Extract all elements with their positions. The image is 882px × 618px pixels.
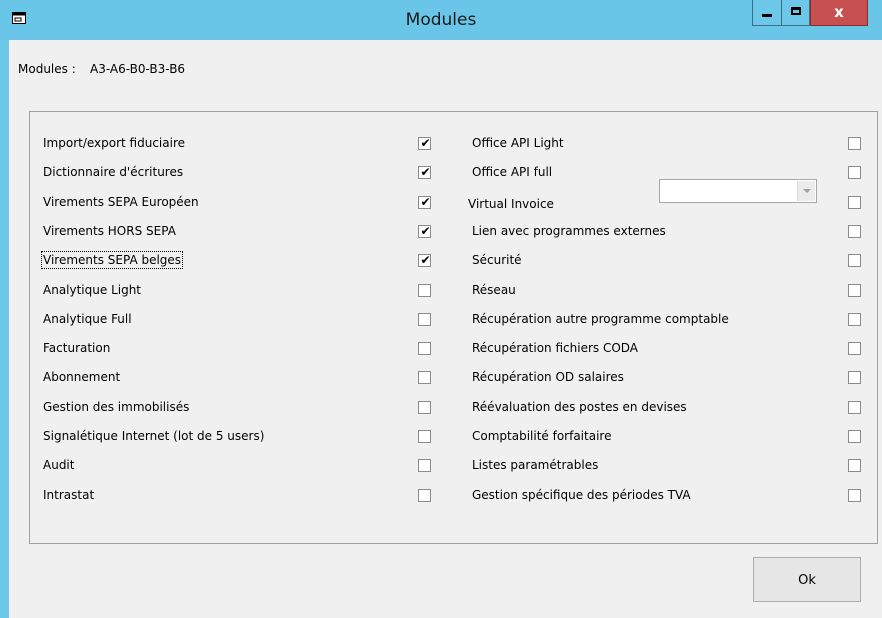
title-bar[interactable]: Modules x: [0, 0, 882, 40]
checkmark-icon: ✔: [420, 165, 431, 179]
checkmark-icon: ✔: [420, 224, 431, 238]
right-module-label: Réévaluation des postes en devises: [472, 400, 687, 414]
left-module-checkbox[interactable]: [418, 313, 431, 326]
minimize-button[interactable]: [752, 0, 781, 26]
left-module-label: Dictionnaire d'écritures: [43, 165, 184, 179]
close-icon: x: [834, 3, 844, 21]
right-module-checkbox[interactable]: [848, 371, 861, 384]
left-module-label: Intrastat: [43, 488, 95, 502]
left-module-label: Facturation: [43, 341, 111, 355]
right-module-checkbox[interactable]: [848, 196, 861, 209]
window-title: Modules: [405, 10, 477, 30]
left-module-checkbox[interactable]: [418, 401, 431, 414]
left-module-label: Analytique Full: [43, 312, 132, 326]
left-module-checkbox[interactable]: [418, 284, 431, 297]
right-module-label: Réseau: [472, 283, 516, 297]
right-module-label: Récupération fichiers CODA: [472, 341, 639, 355]
left-module-checkbox[interactable]: [418, 459, 431, 472]
checkmark-icon: ✔: [420, 253, 431, 267]
checkmark-icon: ✔: [420, 136, 431, 150]
maximize-button[interactable]: [781, 0, 810, 26]
right-module-label: Comptabilité forfaitaire: [472, 429, 612, 443]
right-module-checkbox[interactable]: [848, 459, 861, 472]
right-module-label: Sécurité: [472, 253, 522, 267]
left-module-label: Signalétique Internet (lot de 5 users): [43, 429, 265, 443]
maximize-icon: [791, 7, 801, 15]
left-module-checkbox[interactable]: ✔: [418, 224, 431, 238]
left-module-label: Virements SEPA Européen: [43, 195, 199, 209]
right-module-label: Virtual Invoice: [468, 197, 554, 211]
left-module-checkbox[interactable]: [418, 342, 431, 355]
right-module-checkbox[interactable]: [848, 225, 861, 238]
left-module-checkbox[interactable]: ✔: [418, 195, 431, 209]
right-module-checkbox[interactable]: [848, 254, 861, 267]
left-module-checkbox[interactable]: [418, 371, 431, 384]
right-module-label: Gestion spécifique des périodes TVA: [472, 488, 691, 502]
modules-label: Modules :: [18, 62, 76, 76]
virtual-invoice-combo[interactable]: [659, 179, 817, 203]
chevron-down-icon: [803, 189, 811, 193]
combo-dropdown-button[interactable]: [797, 181, 815, 201]
right-module-label: Listes paramétrables: [472, 458, 599, 472]
right-module-checkbox[interactable]: [848, 342, 861, 355]
minimize-icon: [762, 14, 772, 17]
right-module-checkbox[interactable]: [848, 284, 861, 297]
close-button[interactable]: x: [810, 0, 868, 26]
right-module-checkbox[interactable]: [848, 166, 861, 179]
left-module-checkbox[interactable]: ✔: [418, 136, 431, 150]
left-module-label: Virements HORS SEPA: [43, 224, 176, 238]
left-module-checkbox[interactable]: [418, 430, 431, 443]
right-module-checkbox[interactable]: [848, 430, 861, 443]
left-module-label: Import/export fiduciaire: [43, 136, 186, 150]
right-module-label: Lien avec programmes externes: [472, 224, 666, 238]
right-module-checkbox[interactable]: [848, 137, 861, 150]
left-module-label: Analytique Light: [43, 283, 142, 297]
dialog-client-area: Modules : A3-A6-B0-B3-B6 Ok Import/expor…: [9, 40, 882, 618]
left-module-checkbox[interactable]: ✔: [418, 253, 431, 267]
left-module-label: Gestion des immobilisés: [43, 400, 190, 414]
right-module-label: Récupération autre programme comptable: [472, 312, 729, 326]
right-module-checkbox[interactable]: [848, 489, 861, 502]
right-module-label: Office API Light: [472, 136, 564, 150]
left-module-label: Abonnement: [43, 370, 121, 384]
right-module-label: Office API full: [472, 165, 553, 179]
ok-button[interactable]: Ok: [753, 557, 861, 602]
left-module-checkbox[interactable]: ✔: [418, 165, 431, 179]
right-module-checkbox[interactable]: [848, 313, 861, 326]
left-module-checkbox[interactable]: [418, 489, 431, 502]
left-module-label: Virements SEPA belges: [40, 251, 184, 269]
checkmark-icon: ✔: [420, 195, 431, 209]
modules-value: A3-A6-B0-B3-B6: [90, 62, 186, 76]
left-module-label: Audit: [43, 458, 75, 472]
right-module-checkbox[interactable]: [848, 401, 861, 414]
right-module-label: Récupération OD salaires: [472, 370, 624, 384]
